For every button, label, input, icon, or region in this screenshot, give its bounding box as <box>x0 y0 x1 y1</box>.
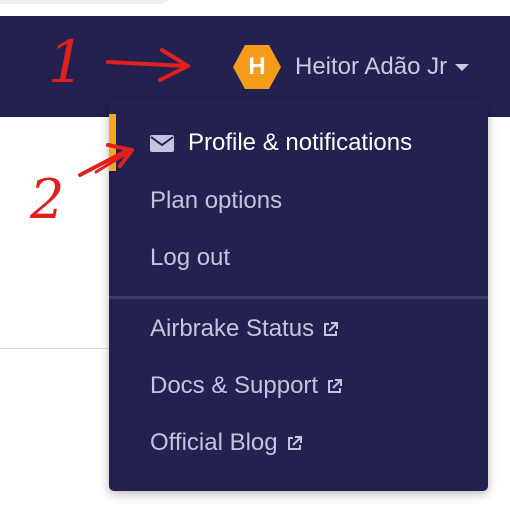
annotation-number-1: 1 <box>48 28 85 96</box>
annotation-overlay: 1 2 <box>29 28 190 231</box>
annotation-arrow-2-stroke <box>94 148 134 174</box>
annotation-number-2: 2 <box>29 168 64 231</box>
annotation-arrow-1 <box>106 60 188 68</box>
